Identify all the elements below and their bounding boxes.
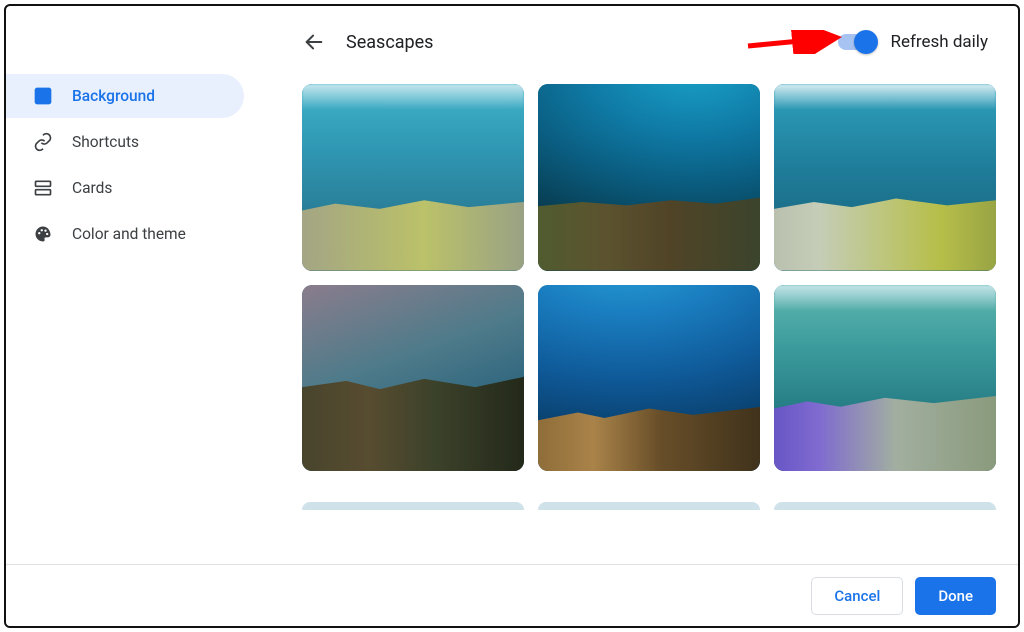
background-thumbnail[interactable] <box>538 84 760 271</box>
cards-icon <box>32 177 54 199</box>
sidebar: Background Shortcuts Cards <box>6 74 250 256</box>
background-thumbnail[interactable] <box>774 285 996 472</box>
sidebar-item-label: Cards <box>72 179 112 197</box>
toggle-knob <box>854 30 878 54</box>
background-grid <box>302 84 996 471</box>
refresh-daily-control: Refresh daily <box>838 32 988 52</box>
palette-icon <box>32 223 54 245</box>
back-button[interactable] <box>300 28 328 56</box>
sidebar-item-color-theme[interactable]: Color and theme <box>6 212 244 256</box>
link-icon <box>32 131 54 153</box>
arrow-left-icon <box>303 31 325 53</box>
sidebar-item-background[interactable]: Background <box>6 74 244 118</box>
header: Seascapes Refresh daily <box>300 20 994 64</box>
sidebar-item-label: Background <box>72 87 155 105</box>
done-button[interactable]: Done <box>915 577 996 615</box>
background-thumbnail[interactable] <box>302 84 524 271</box>
sidebar-item-label: Shortcuts <box>72 133 139 151</box>
background-thumbnail[interactable] <box>538 285 760 472</box>
cancel-button[interactable]: Cancel <box>811 577 903 615</box>
page-title: Seascapes <box>346 32 433 53</box>
refresh-daily-toggle[interactable] <box>838 34 876 50</box>
grid-row-peek <box>302 502 996 510</box>
background-thumbnail[interactable] <box>774 84 996 271</box>
refresh-daily-label: Refresh daily <box>890 32 988 52</box>
dialog-frame: Background Shortcuts Cards <box>4 4 1020 628</box>
sidebar-item-shortcuts[interactable]: Shortcuts <box>6 120 244 164</box>
image-icon <box>32 85 54 107</box>
sidebar-item-label: Color and theme <box>72 225 186 243</box>
sidebar-item-cards[interactable]: Cards <box>6 166 244 210</box>
dialog-footer: Cancel Done <box>6 564 1018 626</box>
background-thumbnail[interactable] <box>302 285 524 472</box>
